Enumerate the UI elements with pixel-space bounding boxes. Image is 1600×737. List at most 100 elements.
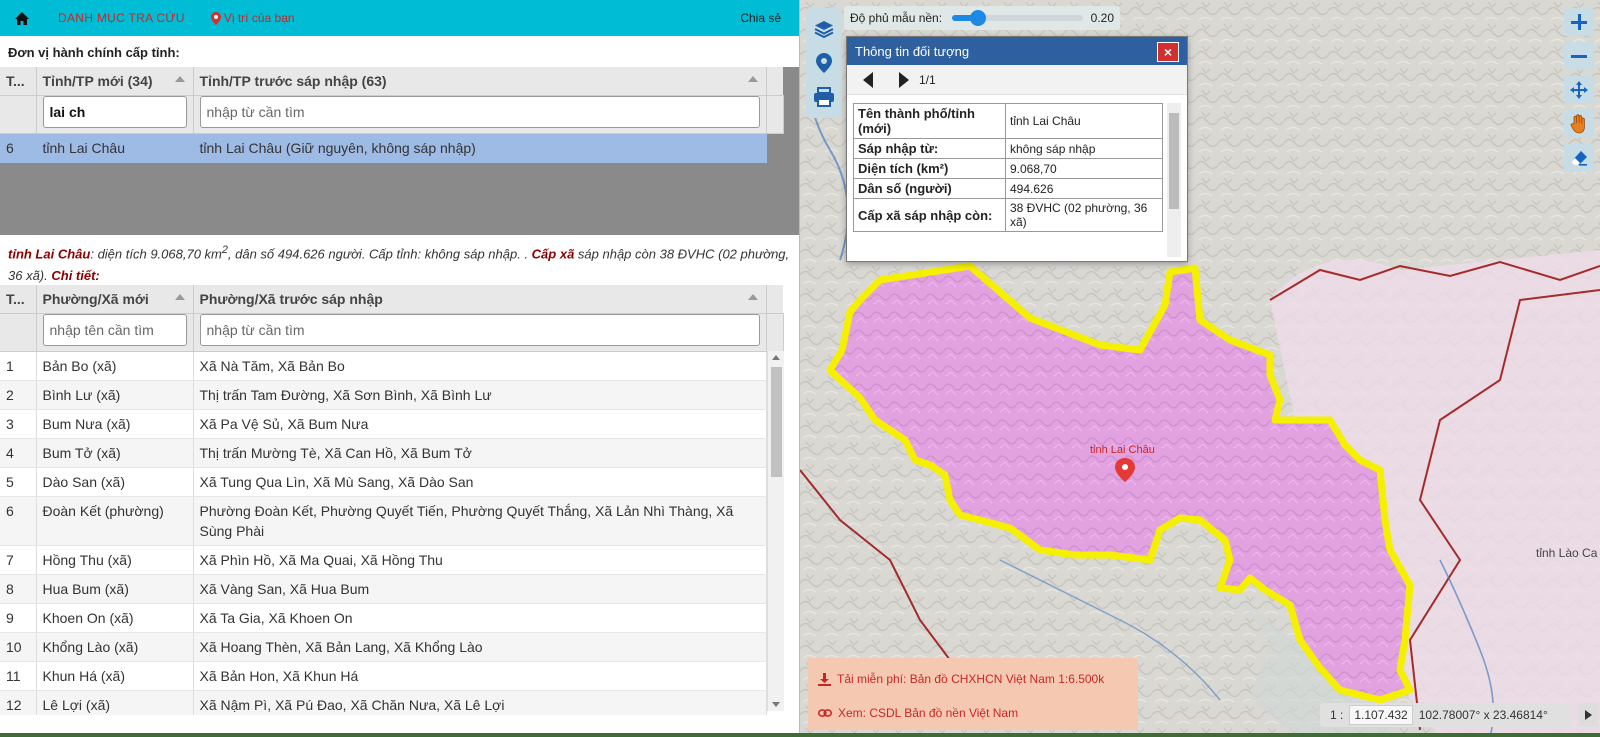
popup-title: Thông tin đối tượng: [855, 43, 970, 59]
map-view[interactable]: tỉnh Lai Châu tỉnh Lào Ca Độ phủ mẫu nền…: [800, 0, 1600, 737]
ward-row-stt: 6: [0, 496, 37, 546]
location-link[interactable]: Vị trí của bạn: [210, 11, 295, 25]
summary-detail-link[interactable]: Chi tiết: [51, 268, 95, 283]
popup-counter: 1/1: [919, 72, 936, 87]
share-link[interactable]: Chia sẻ: [740, 11, 781, 25]
ward-col-old-label: Phường/Xã trước sáp nhập: [199, 290, 383, 307]
province-row-selected[interactable]: 6 tỉnh Lai Châu tỉnh Lai Châu (Giữ nguyê…: [0, 133, 783, 163]
ward-row[interactable]: 11 Khun Há (xã) Xã Bản Hon, Xã Khun Há: [0, 661, 783, 691]
col-new-province-header[interactable]: Tỉnh/TP mới (34): [36, 67, 194, 96]
ward-row-old: Xã Ta Gia, Xã Khoen On: [193, 603, 767, 633]
scale-value[interactable]: 1.107.432: [1349, 705, 1413, 725]
ward-row[interactable]: 2 Bình Lư (xã) Thị trấn Tam Đường, Xã Sơn …: [0, 380, 783, 410]
ward-row[interactable]: 3 Bum Nưa (xã) Xã Pa Vệ Sủ, Xã Bum Nưa: [0, 409, 783, 439]
download-map-link[interactable]: Tải miễn phí: Bản đồ CHXHCN Việt Nam 1:6…: [818, 666, 1128, 692]
ward-col-new-label: Phường/Xã mới: [42, 290, 149, 307]
popup-attribute-value: 38 ĐVHC (02 phường, 36 xã): [1005, 198, 1163, 232]
ward-row-stt: 7: [0, 545, 37, 575]
top-bar: DANH MỤC TRA CỨU Vị trí của bạn Chia sẻ: [0, 0, 799, 36]
ward-col-old-header[interactable]: Phường/Xã trước sáp nhập: [193, 285, 767, 314]
zoom-out-button[interactable]: [1564, 42, 1594, 70]
next-feature-icon[interactable]: [899, 71, 909, 88]
map-left-toolbar: [806, 8, 842, 118]
new-province-filter-input[interactable]: [42, 95, 187, 128]
layers-icon[interactable]: [811, 16, 837, 42]
scroll-thumb[interactable]: [771, 367, 782, 477]
ward-row-old: Xã Vàng San, Xã Hua Bum: [193, 574, 767, 604]
ward-row[interactable]: 8 Hua Bum (xã) Xã Vàng San, Xã Hua Bum: [0, 574, 783, 604]
ward-row[interactable]: 7 Hồng Thu (xã) Xã Phìn Hồ, Xã Ma Quai, Xã…: [0, 545, 783, 575]
ward-row[interactable]: 12 Lê Lợi (xã) Xã Nậm Pì, Xã Pú Đao, Xã Ch…: [0, 690, 783, 715]
print-icon[interactable]: [811, 84, 837, 110]
ward-row-stt: 4: [0, 438, 37, 468]
ward-col-stt-header[interactable]: T...: [0, 285, 37, 314]
download-icon: [818, 672, 831, 686]
col-stt-header[interactable]: T...: [0, 67, 37, 96]
prev-feature-icon[interactable]: [863, 71, 873, 88]
scroll-up-icon[interactable]: [772, 355, 780, 360]
popup-scrollbar[interactable]: [1167, 103, 1181, 257]
ward-row-new: Bum Nưa (xã): [36, 409, 194, 439]
location-label: Vị trí của bạn: [223, 11, 295, 25]
ward-row-old: Xã Nậm Pì, Xã Pú Đao, Xã Chăn Nưa, Xã Lê…: [193, 690, 767, 715]
hand-tool-button[interactable]: [1564, 110, 1594, 138]
scroll-down-icon[interactable]: [772, 702, 780, 707]
home-icon[interactable]: [12, 8, 32, 28]
ward-row[interactable]: 4 Bum Tở (xã) Thị trấn Mường Tè, Xã Can Hồ…: [0, 438, 783, 468]
popup-nav: 1/1: [847, 65, 1187, 95]
pan-button[interactable]: [1564, 76, 1594, 104]
scale-coords-bar: 1 : 1.107.432 102.78007° x 23.46814°: [1320, 703, 1572, 727]
ward-row[interactable]: 1 Bản Bo (xã) Xã Nà Tăm, Xã Bản Bo: [0, 351, 783, 381]
plus-icon: [1571, 14, 1587, 30]
sort-icon: [174, 294, 185, 300]
zoom-in-button[interactable]: [1564, 8, 1594, 36]
ward-new-filter-input[interactable]: [42, 313, 187, 346]
province-table-wrap: T... Tỉnh/TP mới (34) Tỉnh/TP trước sáp …: [0, 67, 799, 235]
link-icon: [818, 709, 832, 717]
ward-row-new: Khổng Lào (xã): [36, 632, 194, 662]
opacity-slider-knob[interactable]: [970, 10, 987, 26]
popup-header: Thông tin đối tượng: [847, 37, 1187, 65]
view-database-link[interactable]: Xem: CSDL Bản đồ nền Việt Nam: [818, 700, 1128, 726]
summary-commune-label: Cấp xã: [531, 246, 575, 262]
eraser-icon: [1571, 151, 1587, 166]
opacity-slider[interactable]: [952, 10, 1083, 26]
app-root: DANH MỤC TRA CỨU Vị trí của bạn Chia sẻ …: [0, 0, 1600, 737]
popup-attribute-key: Cấp xã sáp nhập còn:: [853, 198, 1006, 232]
popup-attribute-value: không sáp nhập: [1005, 138, 1163, 159]
province-table: T... Tỉnh/TP mới (34) Tỉnh/TP trước sáp …: [0, 67, 784, 163]
summary-text-2: , dân số 494.626 người. Cấp tỉnh: không …: [227, 246, 532, 262]
ward-row-old: Thị trấn Tam Đường, Xã Sơn Bình, Xã Bình…: [193, 380, 767, 410]
expand-bar-button[interactable]: [1578, 703, 1598, 727]
popup-close-button[interactable]: ×: [1157, 42, 1179, 62]
old-province-filter-input[interactable]: [199, 95, 760, 128]
popup-scroll-thumb[interactable]: [1169, 113, 1179, 209]
sort-icon: [747, 76, 758, 82]
ward-row[interactable]: 10 Khổng Lào (xã) Xã Hoang Thèn, Xã Bản La…: [0, 632, 783, 662]
filter-old-cell: [193, 95, 767, 134]
filter-new-cell: [36, 95, 194, 134]
ward-row-new: Bản Bo (xã): [36, 351, 194, 381]
eraser-button[interactable]: [1564, 144, 1594, 172]
ward-row[interactable]: 6 Đoàn Kết (phường) Phường Đoàn Kết, Phườn…: [0, 496, 783, 546]
ward-row-old: Xã Nà Tăm, Xã Bản Bo: [193, 351, 767, 381]
ward-col-new-header[interactable]: Phường/Xã mới: [36, 285, 194, 314]
ward-row-stt: 2: [0, 380, 37, 410]
bottom-strip: [0, 733, 1600, 737]
ward-row-new: Dào San (xã): [36, 467, 194, 497]
ward-row[interactable]: 9 Khoen On (xã) Xã Ta Gia, Xã Khoen On: [0, 603, 783, 633]
ward-old-filter-input[interactable]: [199, 313, 760, 346]
ward-row[interactable]: 5 Dào San (xã) Xã Tung Qua Lìn, Xã Mù Sang…: [0, 467, 783, 497]
location-pin-icon[interactable]: [811, 50, 837, 76]
minus-icon: [1571, 55, 1587, 58]
menu-lookup-link[interactable]: DANH MỤC TRA CỨU: [58, 11, 185, 25]
ward-header-scroll-spacer: [766, 285, 783, 314]
feature-info-popup: Thông tin đối tượng × 1/1 Tên thành phố/…: [846, 36, 1188, 262]
sort-icon: [747, 294, 758, 300]
coords-readout: 102.78007° x 23.46814°: [1418, 708, 1548, 722]
summary-province-name: tỉnh Lai Châu: [8, 246, 91, 262]
col-old-province-header[interactable]: Tỉnh/TP trước sáp nhập (63): [193, 67, 767, 96]
popup-attribute-value: 9.068,70: [1005, 158, 1163, 179]
ward-scrollbar[interactable]: [767, 351, 784, 711]
ward-row-new: Khun Há (xã): [36, 661, 194, 691]
